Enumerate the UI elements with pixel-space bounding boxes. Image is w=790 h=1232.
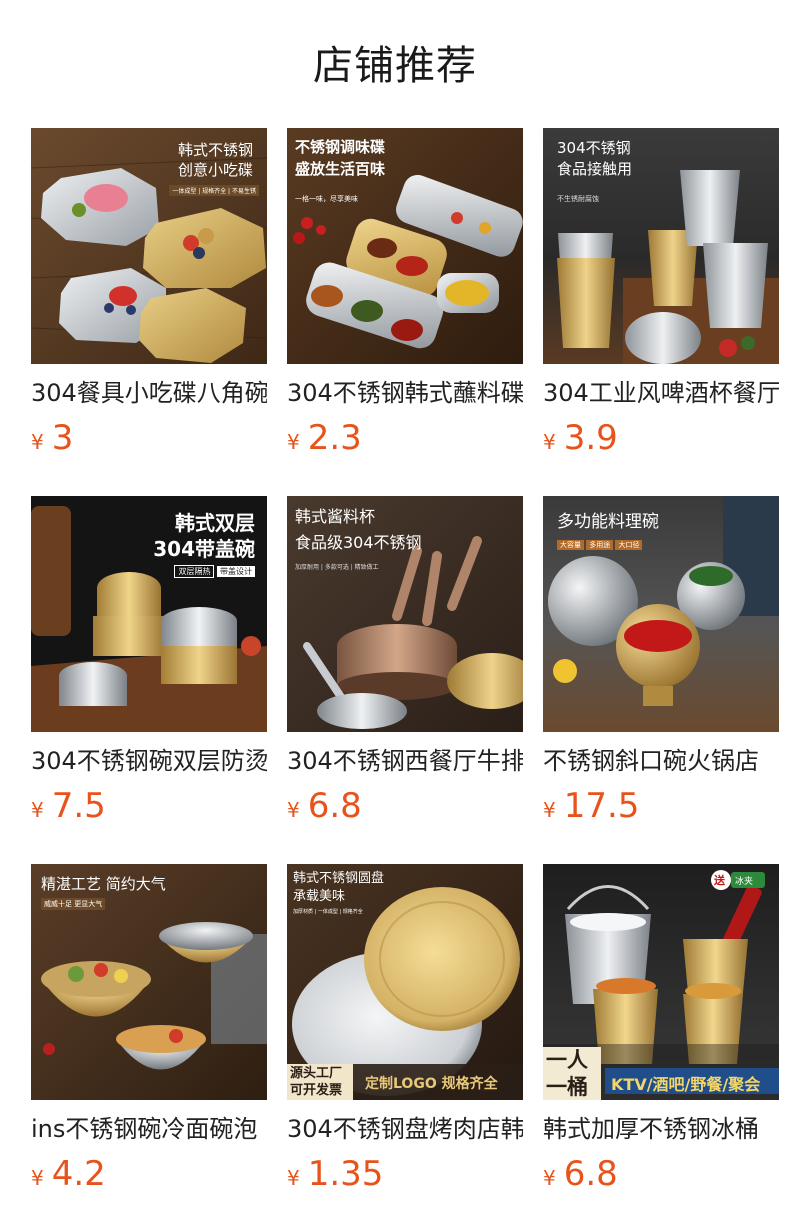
- product-price: ¥6.8: [543, 1152, 618, 1196]
- image-badge: 源头工厂 可开发票: [290, 1066, 343, 1098]
- image-tagline: 大容量 多用途 大口径: [557, 540, 643, 550]
- product-image[interactable]: 韩式双层 304带盖碗 双层隔热 带盖设计: [31, 496, 267, 732]
- product-image[interactable]: 精湛工艺 简约大气 威威十足 更显大气: [31, 864, 267, 1100]
- image-tagline: 威威十足 更显大气: [41, 898, 106, 910]
- product-name[interactable]: 304餐具小吃碟八角碗: [31, 376, 267, 410]
- currency-symbol: ¥: [543, 798, 556, 822]
- product-name[interactable]: 304不锈钢盘烤肉店韩: [287, 1112, 523, 1146]
- currency-symbol: ¥: [287, 430, 300, 454]
- image-tagline: 双层隔热 带盖设计: [174, 565, 255, 578]
- product-price: ¥17.5: [543, 784, 639, 828]
- image-caption: 不锈钢调味碟 盛放生活百味: [295, 138, 386, 178]
- product-card[interactable]: 送 冰夹 一人 一桶 KTV/酒吧/野餐/聚会 韩式加厚不锈钢冰桶 ¥6.8: [543, 864, 779, 1204]
- image-badge: 送: [714, 874, 725, 887]
- product-price: ¥4.2: [31, 1152, 106, 1196]
- image-caption: 精湛工艺 简约大气: [41, 875, 166, 893]
- product-price: ¥6.8: [287, 784, 362, 828]
- price-amount: 7.5: [51, 786, 106, 826]
- currency-symbol: ¥: [543, 430, 556, 454]
- image-badge: 冰夹: [735, 877, 754, 887]
- product-image[interactable]: 韩式不锈钢圆盘 承载美味 加厚材质 | 一体成型 | 规格齐全 源头工厂 可开发…: [287, 864, 523, 1100]
- currency-symbol: ¥: [543, 1166, 556, 1190]
- product-name[interactable]: 304不锈钢碗双层防烫: [31, 744, 267, 778]
- image-tagline: 一格一味，尽享美味: [295, 195, 358, 203]
- product-card[interactable]: 韩式不锈钢 创意小吃碟 一体成型 | 规格齐全 | 不易生锈 304餐具小吃碟八…: [31, 128, 267, 468]
- currency-symbol: ¥: [287, 1166, 300, 1190]
- price-amount: 4.2: [51, 1154, 106, 1194]
- currency-symbol: ¥: [287, 798, 300, 822]
- product-name[interactable]: 304工业风啤酒杯餐厅: [543, 376, 779, 410]
- price-amount: 2.3: [307, 418, 362, 458]
- image-banner: 定制LOGO 规格齐全: [365, 1076, 498, 1092]
- image-caption: 韩式不锈钢圆盘 承载美味: [293, 871, 385, 904]
- image-caption: 304不锈钢 食品接触用: [557, 139, 633, 178]
- product-price: ¥1.35: [287, 1152, 383, 1196]
- image-tagline: 加厚耐用 | 多款可选 | 精致做工: [295, 564, 379, 571]
- image-caption: 一人 一桶: [546, 1048, 588, 1099]
- product-price: ¥3.9: [543, 416, 618, 460]
- image-tagline: 一体成型 | 规格齐全 | 不易生锈: [169, 185, 259, 196]
- product-image[interactable]: 多功能料理碗 大容量 多用途 大口径: [543, 496, 779, 732]
- product-name[interactable]: 304不锈钢韩式蘸料碟: [287, 376, 523, 410]
- price-amount: 17.5: [563, 786, 640, 826]
- product-name[interactable]: 韩式加厚不锈钢冰桶: [543, 1112, 779, 1146]
- image-caption: 韩式双层 304带盖碗: [153, 511, 255, 561]
- product-name[interactable]: 304不锈钢西餐厅牛排: [287, 744, 523, 778]
- image-tagline: 不生锈耐腐蚀: [557, 195, 599, 203]
- product-price: ¥7.5: [31, 784, 106, 828]
- price-amount: 6.8: [563, 1154, 618, 1194]
- product-price: ¥2.3: [287, 416, 362, 460]
- price-amount: 6.8: [307, 786, 362, 826]
- currency-symbol: ¥: [31, 798, 44, 822]
- product-name[interactable]: 不锈钢斜口碗火锅店: [543, 744, 779, 778]
- product-image[interactable]: 韩式酱料杯 食品级304不锈钢 加厚耐用 | 多款可选 | 精致做工: [287, 496, 523, 732]
- product-name[interactable]: ins不锈钢碗冷面碗泡: [31, 1112, 267, 1146]
- image-banner: KTV/酒吧/野餐/聚会: [611, 1075, 761, 1094]
- product-image[interactable]: 304不锈钢 食品接触用 不生锈耐腐蚀: [543, 128, 779, 364]
- product-price: ¥3: [31, 416, 73, 460]
- currency-symbol: ¥: [31, 1166, 44, 1190]
- price-amount: 3.9: [563, 418, 618, 458]
- product-card[interactable]: 韩式双层 304带盖碗 双层隔热 带盖设计 304不锈钢碗双层防烫 ¥7.5: [31, 496, 267, 836]
- currency-symbol: ¥: [31, 430, 44, 454]
- product-card[interactable]: 韩式酱料杯 食品级304不锈钢 加厚耐用 | 多款可选 | 精致做工 304不锈…: [287, 496, 523, 836]
- image-caption: 韩式酱料杯 食品级304不锈钢: [295, 507, 422, 552]
- product-image[interactable]: 送 冰夹 一人 一桶 KTV/酒吧/野餐/聚会: [543, 864, 779, 1100]
- product-card[interactable]: 不锈钢调味碟 盛放生活百味 一格一味，尽享美味 304不锈钢韩式蘸料碟 ¥2.3: [287, 128, 523, 468]
- product-card[interactable]: 韩式不锈钢圆盘 承载美味 加厚材质 | 一体成型 | 规格齐全 源头工厂 可开发…: [287, 864, 523, 1204]
- product-card[interactable]: 304不锈钢 食品接触用 不生锈耐腐蚀 304工业风啤酒杯餐厅 ¥3.9: [543, 128, 779, 468]
- product-card[interactable]: 精湛工艺 简约大气 威威十足 更显大气 ins不锈钢碗冷面碗泡 ¥4.2: [31, 864, 267, 1204]
- price-amount: 3: [51, 418, 74, 458]
- image-caption: 韩式不锈钢 创意小吃碟: [177, 141, 253, 179]
- product-image[interactable]: 不锈钢调味碟 盛放生活百味 一格一味，尽享美味: [287, 128, 523, 364]
- page-title: 店铺推荐: [313, 43, 477, 89]
- image-tagline: 加厚材质 | 一体成型 | 规格齐全: [293, 909, 363, 915]
- image-caption: 多功能料理碗: [557, 512, 659, 532]
- product-image[interactable]: 韩式不锈钢 创意小吃碟 一体成型 | 规格齐全 | 不易生锈: [31, 128, 267, 364]
- price-amount: 1.35: [307, 1154, 384, 1194]
- product-card[interactable]: 多功能料理碗 大容量 多用途 大口径 不锈钢斜口碗火锅店 ¥17.5: [543, 496, 779, 836]
